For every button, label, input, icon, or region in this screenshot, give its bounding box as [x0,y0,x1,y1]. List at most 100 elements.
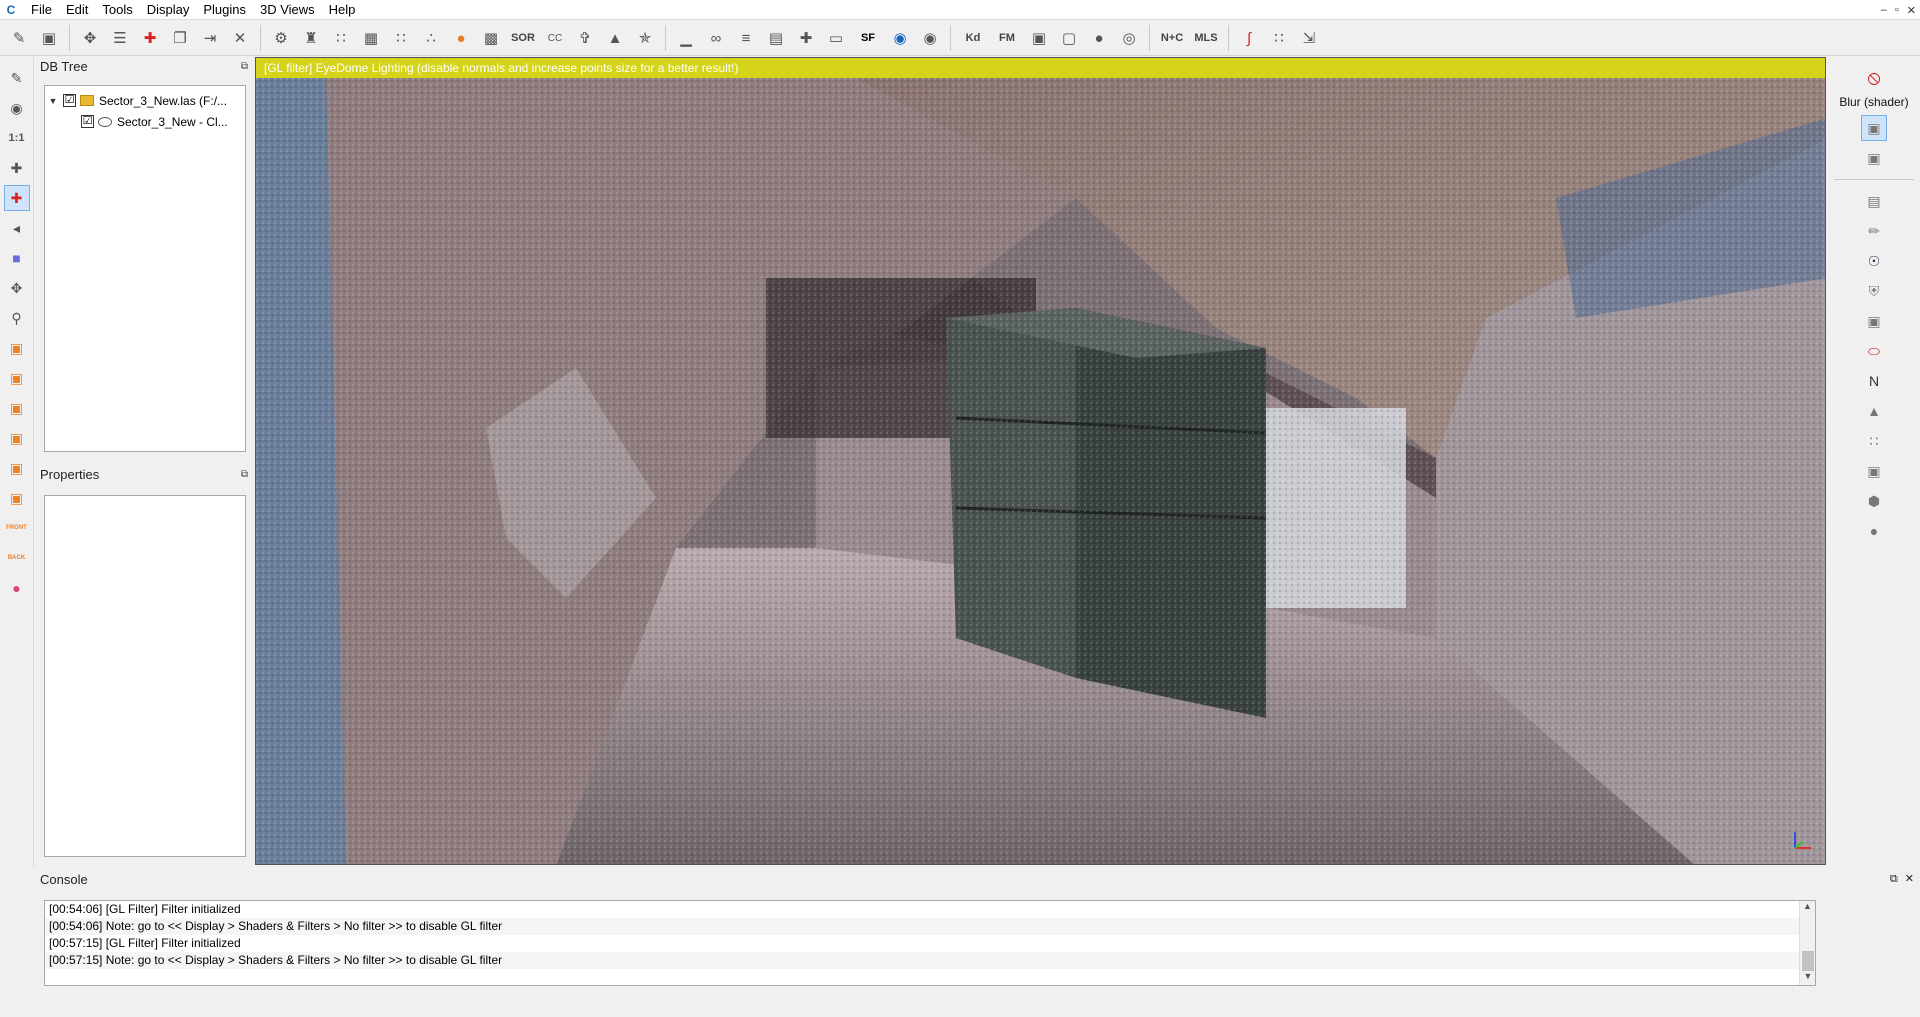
delete-icon[interactable]: ✕ [227,25,253,51]
console-scrollbar[interactable]: ▲ ▼ [1799,901,1815,985]
pcv-icon[interactable]: ▣ [1861,458,1887,484]
expand-arrow-icon[interactable]: ▼ [47,96,59,106]
add-point-icon[interactable]: ✚ [137,25,163,51]
menu-plugins[interactable]: Plugins [196,0,253,20]
menu-help[interactable]: Help [322,0,363,20]
float-icon[interactable]: ⧉ [241,469,248,480]
top-view-icon[interactable]: ▣ [4,335,30,361]
filter-icon[interactable]: ● [448,25,474,51]
scroll-down-icon[interactable]: ▼ [1800,971,1815,985]
shield-icon[interactable]: ⛨ [1861,278,1887,304]
checker-icon[interactable]: ▩ [478,25,504,51]
open-icon[interactable]: ✎ [6,25,32,51]
perspective-icon[interactable]: ◂ [4,215,30,241]
stats-icon[interactable]: ∷ [1266,25,1292,51]
edl-shader-icon[interactable]: ▣ [1861,115,1887,141]
menu-display[interactable]: Display [140,0,197,20]
polygon-icon[interactable]: ⬢ [1861,488,1887,514]
kd-button[interactable]: Kd [958,25,988,51]
nc-button[interactable]: N+C [1157,25,1187,51]
sor-button[interactable]: SOR [508,25,538,51]
iso-back-button[interactable]: BACK [4,545,30,571]
ransac-icon[interactable]: ● [1861,518,1887,544]
right-view-icon[interactable]: ▣ [4,455,30,481]
auto-pivot-icon[interactable]: ✚ [3,185,30,211]
clone-icon[interactable]: ❐ [167,25,193,51]
cc-icon[interactable]: CC [542,25,568,51]
qrcode-icon[interactable]: ▣ [1861,308,1887,334]
hpr-icon[interactable]: ▲ [1861,398,1887,424]
render-icon[interactable]: ▣ [1026,25,1052,51]
float-icon[interactable]: ⧉ [241,61,248,72]
bottom-view-icon[interactable]: ▣ [4,485,30,511]
tree-item-las-file[interactable]: ▼ ☑ Sector_3_New.las (F:/... [45,90,245,111]
menu-file[interactable]: File [24,0,59,20]
left-view-icon[interactable]: ▣ [4,395,30,421]
menu-3d-views[interactable]: 3D Views [253,0,322,20]
plane-icon[interactable]: ▲ [602,25,628,51]
sf-arith-icon[interactable]: ≡ [733,25,759,51]
canupo-create-icon[interactable]: ◉ [887,25,913,51]
point-cloud-render[interactable] [256,78,1826,865]
sf-delete-icon[interactable]: ▭ [823,25,849,51]
measure-icon[interactable]: ✯ [632,25,658,51]
restore-button[interactable]: ▫ [1895,4,1899,16]
front-view-icon[interactable]: ▣ [4,365,30,391]
zoom-icon[interactable]: ⚲ [4,305,30,331]
scroll-thumb[interactable] [1802,951,1814,971]
brush-icon[interactable]: ✏ [1861,218,1887,244]
globe-icon[interactable]: ◎ [1116,25,1142,51]
zoom-1-1-button[interactable]: 1:1 [4,125,30,151]
close-icon[interactable]: ✕ [1905,873,1914,885]
histogram-icon[interactable]: ▁ [673,25,699,51]
screen-icon[interactable]: ▢ [1056,25,1082,51]
sf-grad-icon[interactable]: ▤ [763,25,789,51]
center-icon[interactable]: ✚ [4,155,30,181]
iso-front-button[interactable]: FRONT [4,515,30,541]
plus-icon[interactable]: ✚ [793,25,819,51]
pan-icon[interactable]: ✥ [4,275,30,301]
list-icon[interactable]: ☰ [107,25,133,51]
back-view-icon[interactable]: ▣ [4,425,30,451]
canupo-classify-icon[interactable]: ◉ [917,25,943,51]
sf-button[interactable]: SF [853,25,883,51]
save-icon[interactable]: ▣ [36,25,62,51]
ssao-icon[interactable]: ▣ [1861,145,1887,171]
minimize-button[interactable]: – [1881,4,1887,16]
crop-icon[interactable]: ♜ [298,25,324,51]
merge-icon[interactable]: ⇥ [197,25,223,51]
transform-icon[interactable]: ✥ [77,25,103,51]
subsample-icon[interactable]: ∴ [418,25,444,51]
3d-view[interactable]: [GL filter] EyeDome Lighting (disable no… [255,57,1826,865]
cross-section-icon[interactable]: ✞ [572,25,598,51]
stereo-icon[interactable]: ● [4,575,30,601]
menu-edit[interactable]: Edit [59,0,95,20]
tree-checkbox[interactable]: ☑ [81,115,94,128]
grid-icon[interactable]: ▦ [358,25,384,51]
curve-icon[interactable]: ∞ [703,25,729,51]
export-icon[interactable]: ⇲ [1296,25,1322,51]
sphere-icon[interactable]: ● [1086,25,1112,51]
menu-tools[interactable]: Tools [95,0,139,20]
float-icon[interactable]: ⧉ [1890,873,1898,885]
animation-icon[interactable]: ▤ [1861,188,1887,214]
fm-button[interactable]: FM [992,25,1022,51]
tree-checkbox[interactable]: ☑ [63,94,76,107]
m3c2-icon[interactable]: ∷ [1861,428,1887,454]
sample-icon[interactable]: ∷ [328,25,354,51]
scroll-up-icon[interactable]: ▲ [1800,901,1815,915]
light-icon[interactable]: ■ [4,245,30,271]
s-icon[interactable]: ∫ [1236,25,1262,51]
no-filter-icon[interactable]: ⦸ [1861,65,1887,91]
pencil-icon[interactable]: ✎ [4,65,30,91]
mls-button[interactable]: MLS [1191,25,1221,51]
scatter-icon[interactable]: ∷ [388,25,414,51]
ellipse-icon[interactable]: ⬭ [1861,338,1887,364]
axis-indicator-icon [1794,832,1811,849]
close-button[interactable]: ✕ [1907,4,1916,17]
tree-item-cloud[interactable]: ☑ Sector_3_New - Cl... [45,111,245,132]
compass-icon[interactable]: ☉ [1861,248,1887,274]
camera-icon[interactable]: ◉ [4,95,30,121]
north-arrow-button[interactable]: N [1861,368,1887,394]
segment-icon[interactable]: ⚙ [268,25,294,51]
